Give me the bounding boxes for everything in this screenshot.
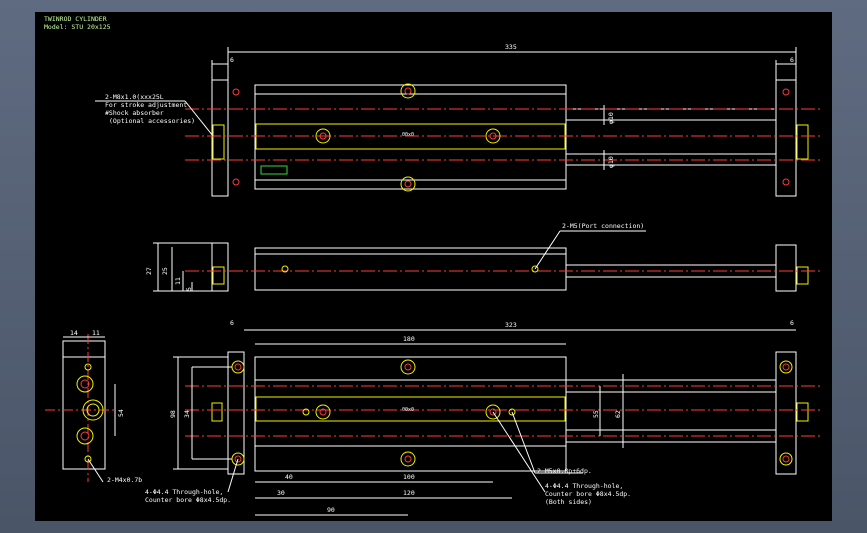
stroke-adjust-callout-4: (Optional accessories) — [109, 117, 196, 125]
drawing-title: TWINROD CYLINDER — [44, 15, 107, 23]
left-hole-callout-1: 4-Φ4.4 Through-hole, — [145, 488, 224, 496]
dim-right-6: 6 — [790, 56, 794, 64]
dim-side-25: 25 — [161, 267, 169, 275]
dim-end-54: 54 — [117, 409, 125, 417]
dim-left-6: 6 — [230, 56, 234, 64]
dim-62: 62 — [614, 410, 622, 418]
dim-side-27: 27 — [145, 267, 153, 275]
left-hole-callout-2: Counter bore Φ8x4.5dp. — [145, 496, 232, 504]
through-hole-callout-1: 4-Φ4.4 Through-hole, — [545, 482, 624, 490]
end-view — [45, 334, 116, 483]
stroke-adjust-callout-3: #Shock absorber — [105, 109, 164, 117]
dim-body-180: 180 — [403, 335, 415, 343]
dim-side-5: 5 — [185, 287, 193, 291]
dim-bottom-right-6: 6 — [790, 319, 794, 327]
cad-drawing — [45, 47, 821, 516]
dim-30: 30 — [277, 489, 285, 497]
left-stopper-nut — [212, 124, 225, 160]
dim-100: 100 — [403, 473, 415, 481]
through-hole-callout-2: Counter bore Φ8x4.5dp. — [545, 490, 632, 498]
bottom-center-mark: 00x0 — [402, 407, 415, 413]
port-connection-callout: 2-M5(Port connection) — [562, 222, 645, 230]
bottom-left-plate — [227, 351, 245, 475]
dim-90: 90 — [327, 506, 335, 514]
side-view — [153, 230, 821, 292]
dim-bottom-left-6: 6 — [230, 319, 234, 327]
bottom-body — [254, 356, 567, 472]
drawing-model: Model: STU 20x125 — [44, 23, 111, 31]
dim-rod-dia-upper: φ10 — [607, 112, 615, 124]
dim-overall-323: 323 — [505, 321, 517, 329]
dim-end-11: 11 — [92, 329, 100, 337]
right-stopper-nut — [796, 124, 809, 160]
stroke-adjust-callout-2: For stroke adjustment — [105, 101, 188, 109]
dim-34: 34 — [183, 410, 191, 418]
left-end-plate — [211, 79, 229, 197]
tap-callout: 2-M5x0.8p+6dp. — [537, 467, 592, 475]
top-center-mark: 00x0 — [402, 132, 415, 138]
dim-55: 55 — [592, 410, 600, 418]
dim-side-11: 11 — [174, 277, 182, 285]
dim-rod-dia-lower: φ10 — [607, 156, 615, 168]
dim-overall-335: 335 — [505, 43, 517, 51]
stroke-adjust-callout-1: 2-M8x1.0(xxx25L — [105, 93, 164, 101]
nameplate — [260, 165, 288, 175]
through-hole-callout-3: (Both sides) — [545, 498, 592, 506]
drawing-canvas[interactable]: TWINROD CYLINDER Model: STU 20x125 335 6… — [35, 12, 832, 521]
bottom-view — [173, 329, 821, 516]
top-view — [95, 47, 821, 197]
dim-120: 120 — [403, 489, 415, 497]
dim-40: 40 — [285, 473, 293, 481]
dim-end-14: 14 — [70, 329, 78, 337]
end-tap-callout: 2-M4x0.7b — [107, 476, 143, 484]
dim-98: 98 — [169, 410, 177, 418]
